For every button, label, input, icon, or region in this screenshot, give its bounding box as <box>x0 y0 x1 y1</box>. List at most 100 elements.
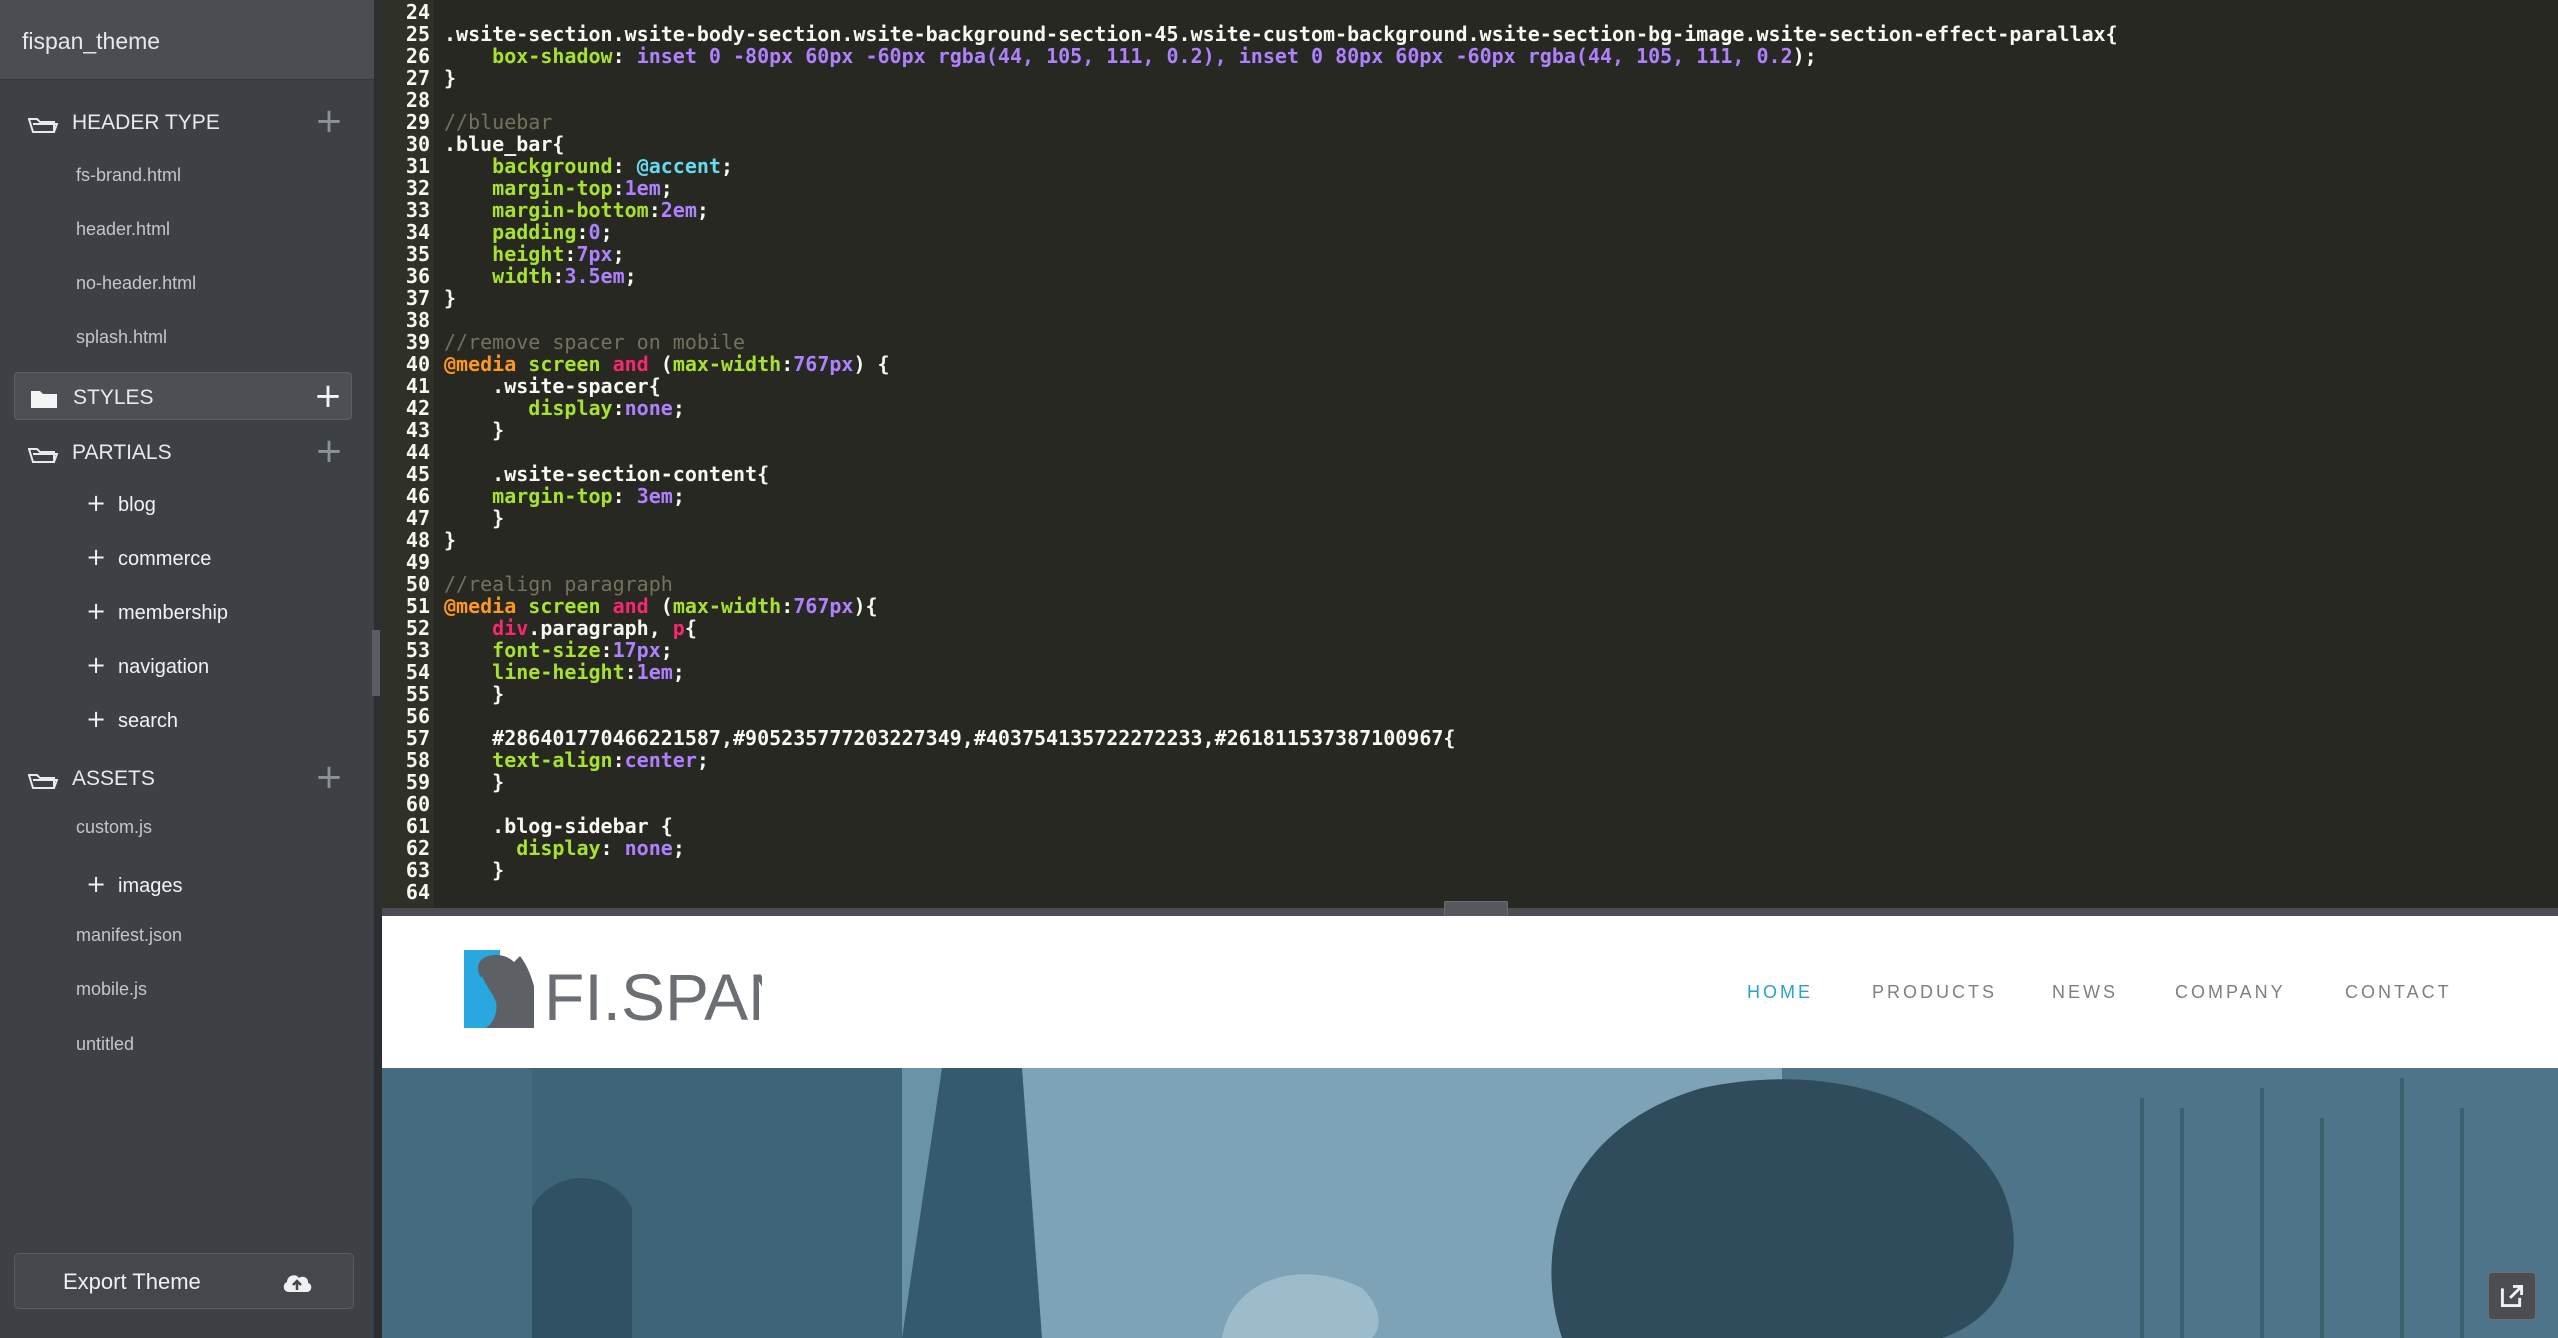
logo-text: FI.SPAN <box>544 960 762 1030</box>
line-number: 28 <box>405 88 430 112</box>
line-number: 55 <box>405 682 430 706</box>
section-header-type[interactable]: HEADER TYPE + <box>14 98 352 146</box>
line-number: 62 <box>405 836 430 860</box>
expand-plus-icon[interactable]: + <box>86 705 118 733</box>
nav-news[interactable]: NEWS <box>2052 982 2118 1003</box>
folder-blog[interactable]: + blog <box>86 489 156 517</box>
line-number: 29 <box>405 110 430 134</box>
code-comment: //remove spacer on mobile <box>444 330 746 354</box>
line-number: 53 <box>405 638 430 662</box>
file-header[interactable]: header.html <box>76 219 170 240</box>
fispan-logo[interactable]: FI.SPAN <box>462 946 762 1030</box>
site-preview[interactable]: FI.SPAN HOME PRODUCTS NEWS COMPANY CONTA… <box>382 916 2558 1338</box>
nav-company[interactable]: COMPANY <box>2175 982 2286 1003</box>
add-partial-icon[interactable]: + <box>314 434 344 468</box>
code-line: @media screen and (max-width:767px) { <box>444 352 890 376</box>
expand-plus-icon[interactable]: + <box>86 489 118 517</box>
file-splash[interactable]: splash.html <box>76 327 167 348</box>
line-number: 47 <box>405 506 430 530</box>
line-number: 31 <box>405 154 430 178</box>
line-number: 43 <box>405 418 430 442</box>
line-number: 44 <box>405 440 430 464</box>
folder-membership[interactable]: + membership <box>86 597 228 625</box>
code-line: display: none; <box>516 836 685 860</box>
code-line: text-align:center; <box>492 748 709 772</box>
hero-photo-illustration <box>382 1068 2558 1338</box>
code-line: } <box>444 528 457 552</box>
code-line: margin-top: 3em; <box>492 484 685 508</box>
code-line: } <box>492 858 505 882</box>
line-number: 40 <box>405 352 430 376</box>
code-line: .wsite-spacer{ <box>492 374 661 398</box>
folder-search[interactable]: + search <box>86 705 178 733</box>
add-asset-icon[interactable]: + <box>314 760 344 794</box>
line-number: 41 <box>405 374 430 398</box>
line-number: 60 <box>405 792 430 816</box>
sidebar-resize-handle[interactable] <box>372 630 380 696</box>
code-line: @media screen and (max-width:767px){ <box>444 594 878 618</box>
file-manifest-json[interactable]: manifest.json <box>76 925 182 946</box>
expand-plus-icon[interactable]: + <box>86 543 118 571</box>
file-untitled[interactable]: untitled <box>76 1034 134 1055</box>
code-line: box-shadow: inset 0 -80px 60px -60px rgb… <box>492 44 1817 68</box>
folder-images[interactable]: + images <box>86 870 182 898</box>
code-comment: //bluebar <box>444 110 553 134</box>
line-number: 59 <box>405 770 430 794</box>
nav-contact[interactable]: CONTACT <box>2345 982 2452 1003</box>
export-label: Export Theme <box>63 1269 201 1294</box>
file-custom-js[interactable]: custom.js <box>76 817 152 838</box>
code-line: } <box>492 506 505 530</box>
code-line: background: @accent; <box>492 154 734 178</box>
line-number: 33 <box>405 198 430 222</box>
line-number: 30 <box>405 132 430 156</box>
line-number: 61 <box>405 814 430 838</box>
line-number: 58 <box>405 748 430 772</box>
folder-commerce[interactable]: + commerce <box>86 543 211 571</box>
line-number: 36 <box>405 264 430 288</box>
nav-products[interactable]: PRODUCTS <box>1872 982 1997 1003</box>
code-line: } <box>444 66 457 90</box>
cloud-upload-icon <box>283 1275 312 1292</box>
line-number: 50 <box>405 572 430 596</box>
section-styles[interactable]: STYLES + <box>14 372 352 420</box>
expand-plus-icon[interactable]: + <box>86 870 118 898</box>
folder-open-icon <box>28 448 58 463</box>
file-fs-brand[interactable]: fs-brand.html <box>76 165 181 186</box>
file-no-header[interactable]: no-header.html <box>76 273 196 294</box>
section-label: HEADER TYPE <box>72 111 220 134</box>
add-header-type-icon[interactable]: + <box>314 104 344 138</box>
line-number: 32 <box>405 176 430 200</box>
expand-plus-icon[interactable]: + <box>86 597 118 625</box>
expand-plus-icon[interactable]: + <box>86 651 118 679</box>
section-assets[interactable]: ASSETS + <box>14 754 352 802</box>
code-line: .wsite-section.wsite-body-section.wsite-… <box>444 22 2118 46</box>
export-theme-button[interactable]: Export Theme <box>14 1253 354 1309</box>
code-editor[interactable]: 24 25 26 27 28 29 30 31 32 33 34 35 36 37 38 39 40 41 42 43… <box>382 0 2558 910</box>
code-line: .blue_bar{ <box>444 132 565 156</box>
line-number: 64 <box>405 880 430 904</box>
line-number: 37 <box>405 286 430 310</box>
code-line: div.paragraph, p{ <box>492 616 697 640</box>
theme-name: fispan_theme <box>0 0 376 80</box>
section-label: STYLES <box>73 386 154 409</box>
site-header: FI.SPAN HOME PRODUCTS NEWS COMPANY CONTA… <box>382 916 2558 1068</box>
splitter-drag-handle[interactable] <box>1444 901 1508 917</box>
code-line: } <box>444 286 457 310</box>
open-preview-button[interactable] <box>2488 1272 2536 1320</box>
code-line: .wsite-section-content{ <box>492 462 770 486</box>
folder-icon <box>31 391 57 408</box>
add-style-icon[interactable]: + <box>313 379 343 413</box>
code-line: margin-top:1em; <box>492 176 673 200</box>
file-mobile-js[interactable]: mobile.js <box>76 979 147 1000</box>
code-line: } <box>492 682 505 706</box>
line-number: 38 <box>405 308 430 332</box>
code-line: padding:0; <box>492 220 613 244</box>
nav-home[interactable]: HOME <box>1747 982 1813 1003</box>
line-number: 52 <box>405 616 430 640</box>
line-number: 27 <box>405 66 430 90</box>
code-line: font-size:17px; <box>492 638 673 662</box>
section-partials[interactable]: PARTIALS + <box>14 428 352 476</box>
folder-navigation[interactable]: + navigation <box>86 651 209 679</box>
code-line: line-height:1em; <box>492 660 685 684</box>
section-label: PARTIALS <box>72 441 172 464</box>
